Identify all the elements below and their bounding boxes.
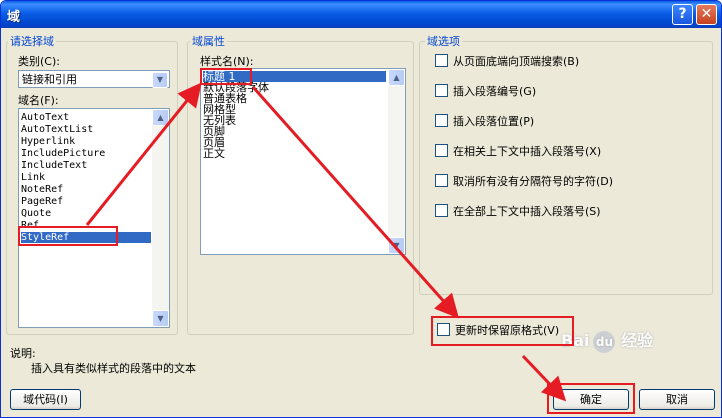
arrow-to-preserve <box>251 86 459 319</box>
arrow-to-ok <box>521 354 567 402</box>
field-dialog: 域 ? ✕ 请选择域 类别(C): 链接和引用 ▼ 域名(F): AutoTex… <box>0 0 722 418</box>
arrow-to-heading1 <box>85 82 202 226</box>
annotation-arrows <box>85 82 567 402</box>
